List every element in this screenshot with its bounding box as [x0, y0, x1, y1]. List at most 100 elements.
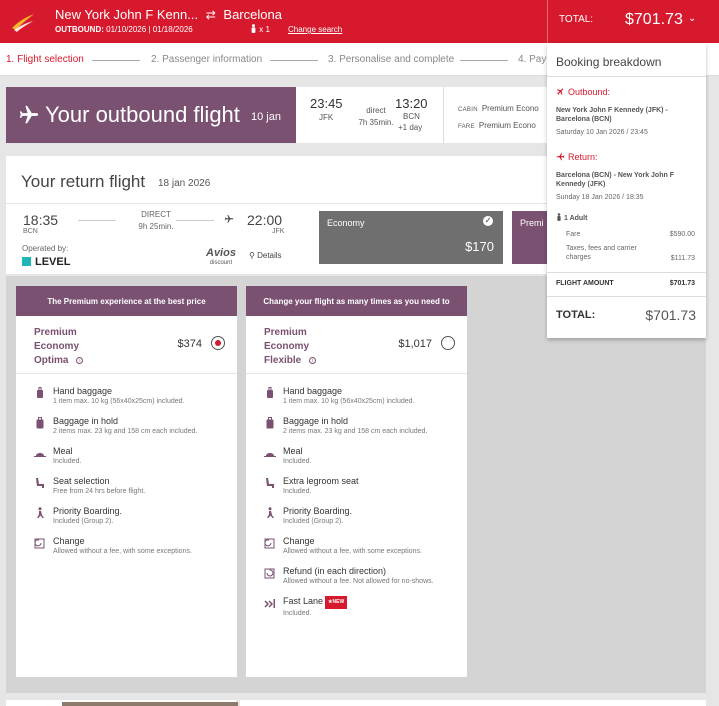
breakdown-outbound-route: New York John F Kennedy (JFK) - Barcelon…	[556, 107, 668, 123]
feature-desc: Free from 24 hrs before flight.	[53, 488, 146, 495]
booking-breakdown-panel: Booking breakdown Outbound: New York Joh…	[547, 43, 706, 338]
adults-text: 1 Adult	[564, 215, 588, 222]
dates-value: 01/10/2026 | 01/18/2026	[106, 25, 193, 34]
return-date: 18 jan 2026	[158, 178, 211, 189]
outbound-label-text: Outbound:	[568, 87, 611, 97]
priority-boarding-icon	[267, 507, 274, 518]
feature-seat: Seat selection Free from 24 hrs before f…	[16, 476, 237, 497]
fare-card-title: Premium Economy Flexible i $1,017	[246, 316, 467, 374]
swap-arrows-icon: ⇄	[205, 8, 216, 22]
feature-hold-baggage: Baggage in hold 2 items max. 23 kg and 1…	[246, 416, 467, 437]
fare-label: FARE	[458, 124, 475, 130]
promo-image	[62, 702, 238, 706]
change-search-link[interactable]: Change search	[288, 25, 342, 34]
hand-baggage-icon	[37, 387, 43, 398]
passenger-count: x 1	[250, 24, 270, 34]
flight-amount-value: $701.73	[669, 280, 695, 287]
divider	[547, 76, 706, 77]
feature-desc: Included.	[53, 458, 82, 465]
fare-name-line: Premium	[34, 327, 77, 338]
return-dep-time: 18:35	[23, 212, 59, 228]
fare-label: Fare	[566, 231, 581, 238]
feature-title: Baggage in hold	[53, 416, 119, 426]
feature-desc: 2 items max. 23 kg and 158 cm each inclu…	[53, 428, 198, 435]
fare-radio[interactable]	[441, 336, 455, 350]
breakdown-total-label: TOTAL:	[556, 309, 596, 321]
fast-lane-icon	[264, 599, 275, 608]
info-icon[interactable]: i	[309, 357, 317, 364]
outbound-arr-airport: BCN	[403, 112, 420, 121]
hold-baggage-icon	[266, 417, 274, 429]
person-icon	[251, 24, 256, 33]
return-arr-airport: JFK	[272, 228, 285, 235]
meal-icon	[34, 453, 46, 457]
feature-title: Hand baggage	[53, 386, 113, 396]
breakdown-return-route: Barcelona (BCN) - New York John F Kenned…	[556, 172, 674, 188]
flight-details-link[interactable]: ⚲ Details	[249, 251, 282, 260]
fare-card-optima[interactable]: The Premium experience at the best price…	[16, 286, 237, 677]
cabin-label: CABIN	[458, 107, 478, 113]
feature-desc: 1 item max. 10 kg (56x40x25cm) included.	[283, 398, 415, 405]
outbound-banner: Your outbound flight 10 jan	[6, 87, 296, 143]
breakdown-taxes-row: Taxes, fees and carrier charges $111.73	[566, 244, 695, 262]
feature-desc: Included.	[283, 488, 312, 495]
step-flight-selection: 1. Flight selection	[6, 54, 84, 65]
fare-name-line: Premium	[264, 327, 307, 338]
feature-title: Refund (in each direction)	[283, 566, 387, 576]
feature-priority-boarding: Priority Boarding. Included (Group 2).	[246, 506, 467, 527]
details-label: Details	[257, 251, 282, 260]
fare-name: Premium Economy Optima i	[34, 326, 84, 368]
feature-title: Priority Boarding.	[283, 506, 353, 516]
cabin-value: Premium Econo	[481, 104, 539, 113]
step-divider	[270, 60, 318, 61]
outbound-plus-day: +1 day	[398, 123, 423, 132]
outbound-summary: 23:45 JFK direct 7h 35min. 13:20 BCN +1 …	[296, 87, 556, 143]
check-icon: ✓	[483, 216, 493, 226]
fare-price: $374	[177, 338, 202, 350]
feature-title: Fast Lane	[283, 596, 324, 606]
outbound-cabin: CABIN Premium Econo	[458, 104, 543, 113]
operating-airline-name: LEVEL	[35, 256, 71, 268]
fare-radio-selected[interactable]	[211, 336, 225, 350]
outbound-date: 10 jan	[251, 111, 281, 123]
feature-meal: Meal Included.	[16, 446, 237, 467]
fare-value: Premium Econo	[478, 121, 536, 130]
fare-card-flexible[interactable]: Change your flight as many times as you …	[246, 286, 467, 677]
route-line	[78, 220, 116, 221]
outbound-duration: direct 7h 35min.	[358, 105, 394, 129]
magnifier-icon: ⚲	[249, 251, 255, 260]
fare-features: Hand baggage 1 item max. 10 kg (56x40x25…	[16, 386, 237, 557]
breakdown-fare-row: Fare $590.00	[566, 230, 695, 239]
passenger-count-value: x 1	[259, 25, 270, 34]
fare-value: $590.00	[669, 231, 695, 238]
total-toggle[interactable]: TOTAL: $701.73 ⌄	[547, 0, 706, 43]
feature-title: Baggage in hold	[283, 416, 349, 426]
feature-hand-baggage: Hand baggage 1 item max. 10 kg (56x40x25…	[16, 386, 237, 407]
feature-title: Seat selection	[53, 476, 110, 486]
destination-city: Barcelona	[223, 7, 282, 22]
feature-desc: Included.	[283, 610, 312, 617]
person-icon	[557, 213, 561, 221]
breakdown-outbound-label: Outbound:	[556, 87, 610, 97]
feature-desc: Allowed without a fee. Not allowed for n…	[283, 578, 434, 585]
fare-options-area: The Premium experience at the best price…	[6, 276, 706, 693]
feature-change: Change Allowed without a fee, with some …	[16, 536, 237, 557]
feature-desc: Allowed without a fee, with some excepti…	[53, 548, 192, 555]
step-passenger-information: 2. Passenger information	[151, 54, 263, 65]
return-flight-card: Your return flight 18 jan 2026 18:35 BCN…	[6, 156, 556, 274]
feature-desc: Included.	[283, 458, 312, 465]
info-icon[interactable]: i	[76, 357, 84, 364]
outbound-arr-time: 13:20	[395, 96, 428, 111]
feature-title: Priority Boarding.	[53, 506, 123, 516]
feature-refund: Refund (in each direction) Allowed witho…	[246, 566, 467, 587]
meal-icon	[264, 453, 276, 457]
flight-amount-label: FLIGHT AMOUNT	[556, 280, 614, 287]
divider	[547, 296, 706, 297]
breakdown-total: TOTAL: $701.73	[556, 307, 696, 323]
airplane-icon	[556, 88, 564, 95]
airplane-icon	[19, 105, 39, 124]
change-icon	[264, 538, 275, 549]
premium-label: Premi	[520, 218, 544, 228]
origin-city: New York John F Kenn...	[55, 7, 199, 22]
economy-fare-option[interactable]: Economy ✓ $170	[319, 211, 503, 264]
